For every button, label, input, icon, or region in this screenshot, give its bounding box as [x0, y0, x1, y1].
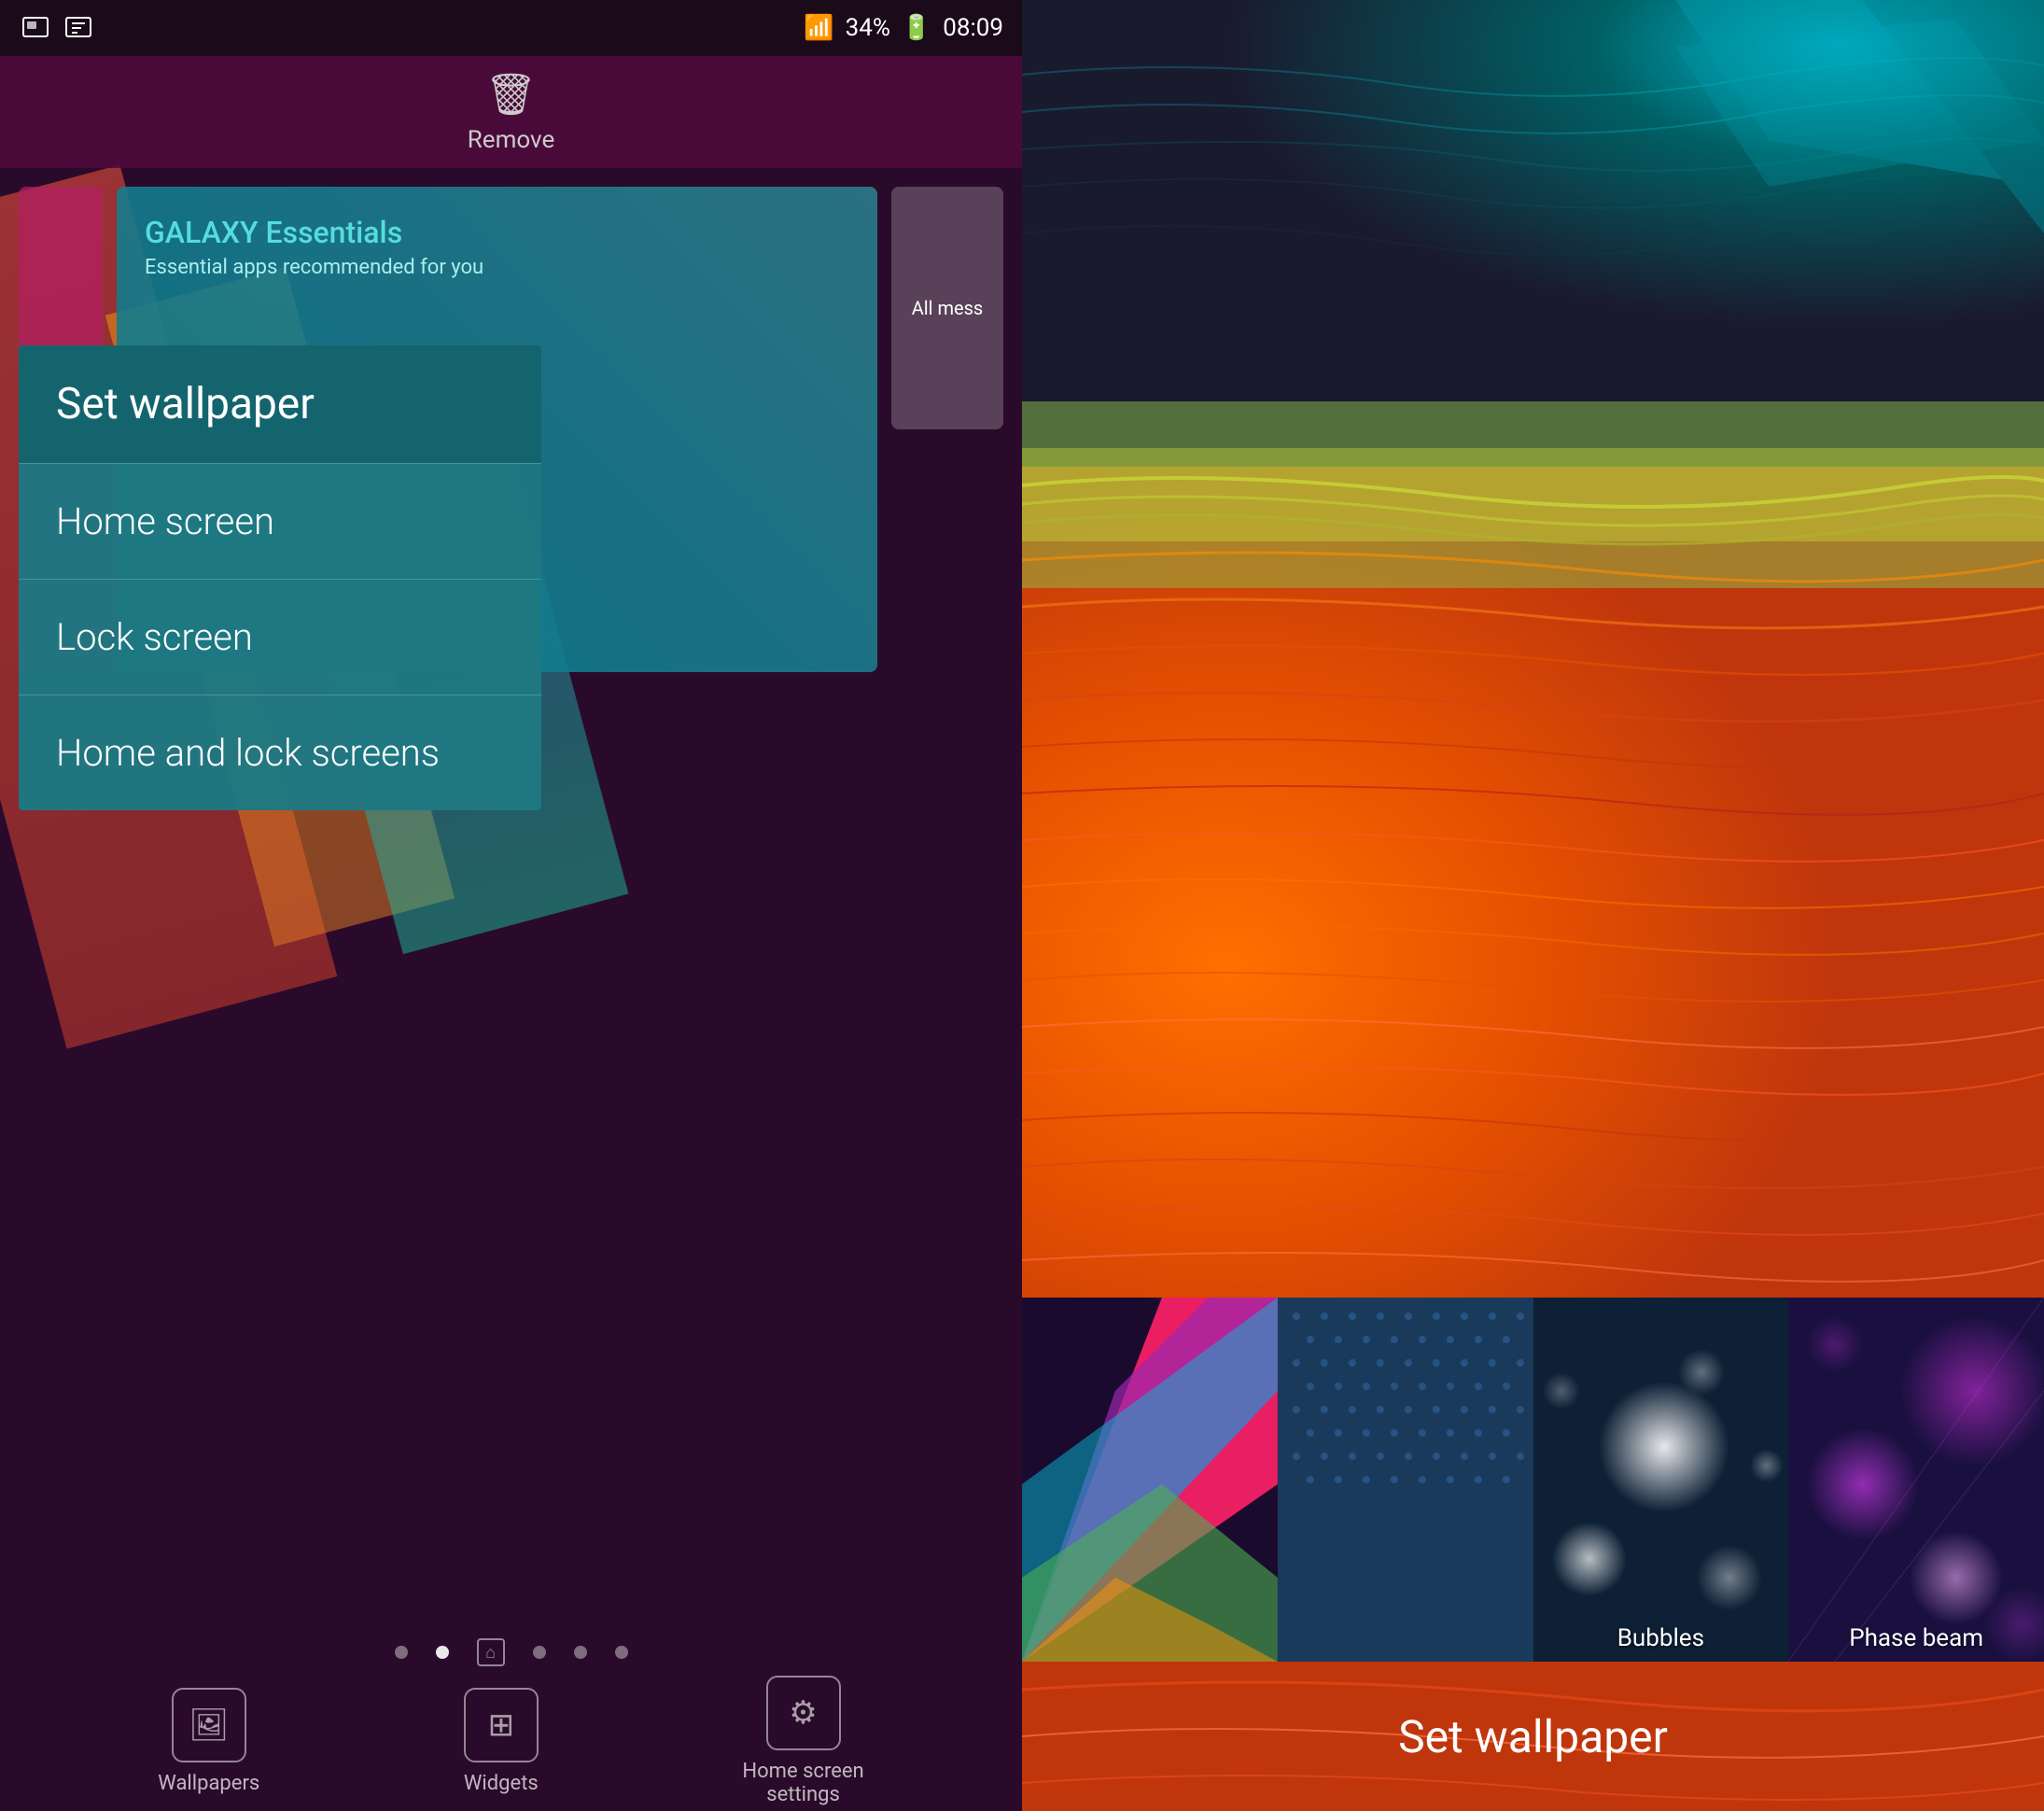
home-screen-settings-label: Home screen settings — [742, 1760, 863, 1806]
nav-dot-3 — [574, 1646, 587, 1659]
edit-icon — [62, 11, 95, 45]
widgets-icon-box: ⊞ — [464, 1688, 539, 1762]
menu-header: Set wallpaper — [19, 345, 541, 463]
settings-icon-box: ⚙ — [766, 1676, 841, 1750]
thumb-4-label: Phase beam — [1788, 1624, 2044, 1652]
right-panel: Bubbles — [1022, 0, 2044, 1811]
wallpaper-svg — [1022, 0, 2044, 1298]
trash-icon: 🗑 — [485, 70, 538, 119]
thumbnail-4[interactable]: Phase beam — [1788, 1298, 2044, 1662]
thumb-3-label: Bubbles — [1533, 1624, 1789, 1652]
all-messages-text: All mess — [912, 297, 984, 319]
galaxy-essentials-title: GALAXY Essentials — [145, 215, 849, 250]
messages-tile[interactable]: All mess — [891, 187, 1003, 429]
status-bar-right: 📶 34% 🔋 08:09 — [804, 14, 1003, 42]
nav-home: ⌂ — [477, 1638, 505, 1666]
status-bar-left — [19, 11, 95, 45]
widgets-button[interactable]: ⊞ Widgets — [464, 1688, 539, 1795]
nav-dot-1 — [395, 1646, 408, 1659]
home-screen-option[interactable]: Home screen — [19, 464, 541, 579]
widgets-label: Widgets — [464, 1772, 539, 1795]
battery-percent: 34% — [846, 14, 890, 42]
nav-dot-2 — [533, 1646, 546, 1659]
status-bar: 📶 34% 🔋 08:09 — [0, 0, 1022, 56]
set-wallpaper-bar[interactable]: Set wallpaper — [1022, 1662, 2044, 1811]
nav-dot-4 — [615, 1646, 628, 1659]
wallpapers-label: Wallpapers — [158, 1772, 259, 1795]
remove-label: Remove — [468, 126, 554, 154]
screenshot-icon — [19, 11, 52, 45]
home-and-lock-option[interactable]: Home and lock screens — [19, 695, 541, 810]
set-wallpaper-text: Set wallpaper — [1398, 1710, 1668, 1763]
signal-icon: 📶 — [804, 14, 833, 42]
top-toolbar: 🗑 Remove — [0, 56, 1022, 168]
set-wallpaper-menu: Set wallpaper Home screen Lock screen Ho… — [19, 345, 541, 810]
bottom-icons-bar: 🖼 Wallpapers ⊞ Widgets ⚙ Home screen set… — [0, 1680, 1022, 1802]
left-panel: 📶 34% 🔋 08:09 🗑 Remove ♥ GALAXY Essentia… — [0, 0, 1022, 1811]
home-screen-settings-button[interactable]: ⚙ Home screen settings — [742, 1676, 863, 1806]
galaxy-essentials-subtitle: Essential apps recommended for you — [145, 256, 849, 279]
nav-dot-active — [436, 1646, 449, 1659]
time-display: 08:09 — [943, 14, 1003, 42]
battery-icon: 🔋 — [902, 14, 931, 42]
lock-screen-option[interactable]: Lock screen — [19, 580, 541, 695]
thumbnail-strip: Bubbles — [1022, 1298, 2044, 1662]
thumbnail-2[interactable] — [1278, 1298, 1533, 1662]
wallpaper-preview — [1022, 0, 2044, 1298]
wallpapers-icon-box: 🖼 — [172, 1688, 246, 1762]
menu-title: Set wallpaper — [56, 379, 504, 429]
bottom-nav: ⌂ — [0, 1624, 1022, 1680]
wallpapers-button[interactable]: 🖼 Wallpapers — [158, 1688, 259, 1795]
thumbnail-1[interactable] — [1022, 1298, 1278, 1662]
thumbnail-3[interactable]: Bubbles — [1533, 1298, 1789, 1662]
